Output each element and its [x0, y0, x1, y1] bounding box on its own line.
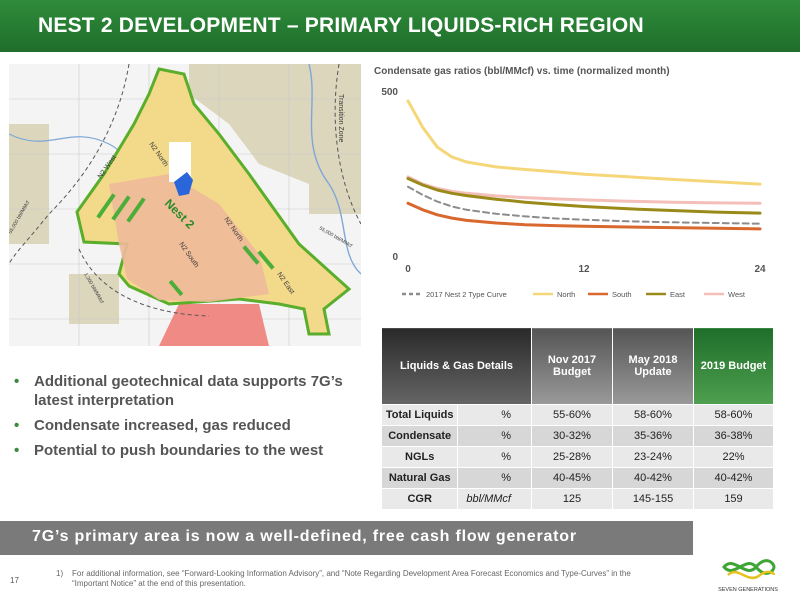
cell-nov2017: 55-60% — [531, 404, 613, 426]
chart-title: Condensate gas ratios (bbl/MMcf) vs. tim… — [374, 66, 670, 77]
cell-nov2017: 125 — [531, 488, 613, 510]
cell-2019: 40-42% — [693, 467, 774, 489]
bullet-text: Condensate increased, gas reduced — [34, 417, 291, 434]
y-tick-label: 0 — [392, 252, 398, 263]
table-row: Natural Gas % 40-45% 40-42% 40-42% — [380, 467, 774, 489]
row-unit: bbl/MMcf — [457, 488, 532, 510]
table-row: NGLs % 25-28% 23-24% 22% — [380, 446, 774, 468]
bullet-text: Potential to push boundaries to the west — [34, 442, 324, 459]
cell-may2018: 58-60% — [612, 404, 694, 426]
table-row: Condensate % 30-32% 35-36% 36-38% — [380, 425, 774, 447]
bullet-dot-icon: • — [14, 373, 20, 390]
cell-may2018: 23-24% — [612, 446, 694, 468]
series-line — [406, 99, 762, 186]
row-label: NGLs — [380, 446, 459, 468]
cell-may2018: 40-42% — [612, 467, 694, 489]
cell-nov2017: 40-45% — [531, 467, 613, 489]
title-bar: NEST 2 DEVELOPMENT – PRIMARY LIQUIDS-RIC… — [0, 0, 800, 52]
table-header-row: Liquids & Gas Details Nov 2017 Budget Ma… — [381, 327, 774, 405]
cell-nov2017: 30-32% — [531, 425, 613, 447]
row-unit: % — [457, 446, 532, 468]
cell-2019: 36-38% — [693, 425, 774, 447]
map-label-transition-zone: Transition Zone — [337, 94, 344, 142]
seven-generations-logo: SEVEN GENERATIONS — [718, 559, 778, 593]
cgr-chart: Condensate gas ratios (bbl/MMcf) vs. tim… — [374, 66, 766, 299]
nest2-map: N2 North N2 West Nest 2 N2 North N2 Sout… — [9, 64, 361, 346]
logo-loop-yellow-icon — [727, 570, 776, 580]
bullet-item: • Condensate increased, gas reduced — [12, 416, 372, 435]
bullet-item: • Additional geotechnical data supports 7… — [12, 372, 372, 410]
banner-text: 7G’s primary area is now a well-defined,… — [32, 528, 577, 545]
logo-text: SEVEN GENERATIONS — [718, 587, 778, 593]
bullet-dot-icon: • — [14, 442, 20, 459]
row-label: Condensate — [380, 425, 459, 447]
y-tick-label: 500 — [381, 87, 398, 98]
chart-lines — [406, 99, 762, 231]
row-unit: % — [457, 425, 532, 447]
cell-nov2017: 25-28% — [531, 446, 613, 468]
table-row: Total Liquids % 55-60% 58-60% 58-60% — [380, 404, 774, 426]
bullet-dot-icon: • — [14, 417, 20, 434]
footnote-number: 1) — [56, 569, 64, 578]
bullet-item: • Potential to push boundaries to the wes… — [12, 441, 372, 460]
legend-label: South — [612, 290, 632, 299]
page-number: 17 — [10, 576, 19, 585]
legend-label: East — [670, 290, 686, 299]
footnote: 1) For additional information, see “Forwa… — [56, 569, 706, 589]
footnote-line2: “Important Notice” at the end of this pr… — [72, 579, 246, 588]
cell-may2018: 145-155 — [612, 488, 694, 510]
table-header-details: Liquids & Gas Details — [381, 327, 532, 405]
row-label: CGR — [380, 488, 459, 510]
legend-label: West — [728, 290, 746, 299]
table-header-nov2017: Nov 2017 Budget — [531, 327, 613, 405]
cell-2019: 22% — [693, 446, 774, 468]
legend-label: 2017 Nest 2 Type Curve — [426, 290, 507, 299]
summary-banner: 7G’s primary area is now a well-defined,… — [0, 521, 693, 555]
row-label: Natural Gas — [380, 467, 459, 489]
bullet-text: Additional geotechnical data supports 7G… — [34, 373, 343, 409]
cell-2019: 58-60% — [693, 404, 774, 426]
table-header-2019: 2019 Budget — [693, 327, 774, 405]
series-line — [406, 177, 762, 215]
chart-legend: 2017 Nest 2 Type Curve North South East West — [402, 290, 746, 299]
row-unit: % — [457, 467, 532, 489]
row-label: Total Liquids — [380, 404, 459, 426]
x-tick-label: 24 — [754, 264, 766, 275]
x-tick-label: 0 — [405, 264, 411, 275]
footnote-line1: For additional information, see “Forward… — [72, 569, 631, 578]
liquids-table: Liquids & Gas Details Nov 2017 Budget Ma… — [380, 327, 774, 510]
row-unit: % — [457, 404, 532, 426]
page-title: NEST 2 DEVELOPMENT – PRIMARY LIQUIDS-RIC… — [38, 14, 644, 37]
bullet-list: • Additional geotechnical data supports 7… — [12, 372, 372, 466]
table-row: CGR bbl/MMcf 125 145-155 159 — [380, 488, 774, 510]
legend-label: North — [557, 290, 575, 299]
table-header-may2018: May 2018 Update — [612, 327, 694, 405]
cell-may2018: 35-36% — [612, 425, 694, 447]
cell-2019: 159 — [693, 488, 774, 510]
x-tick-label: 12 — [578, 264, 590, 275]
